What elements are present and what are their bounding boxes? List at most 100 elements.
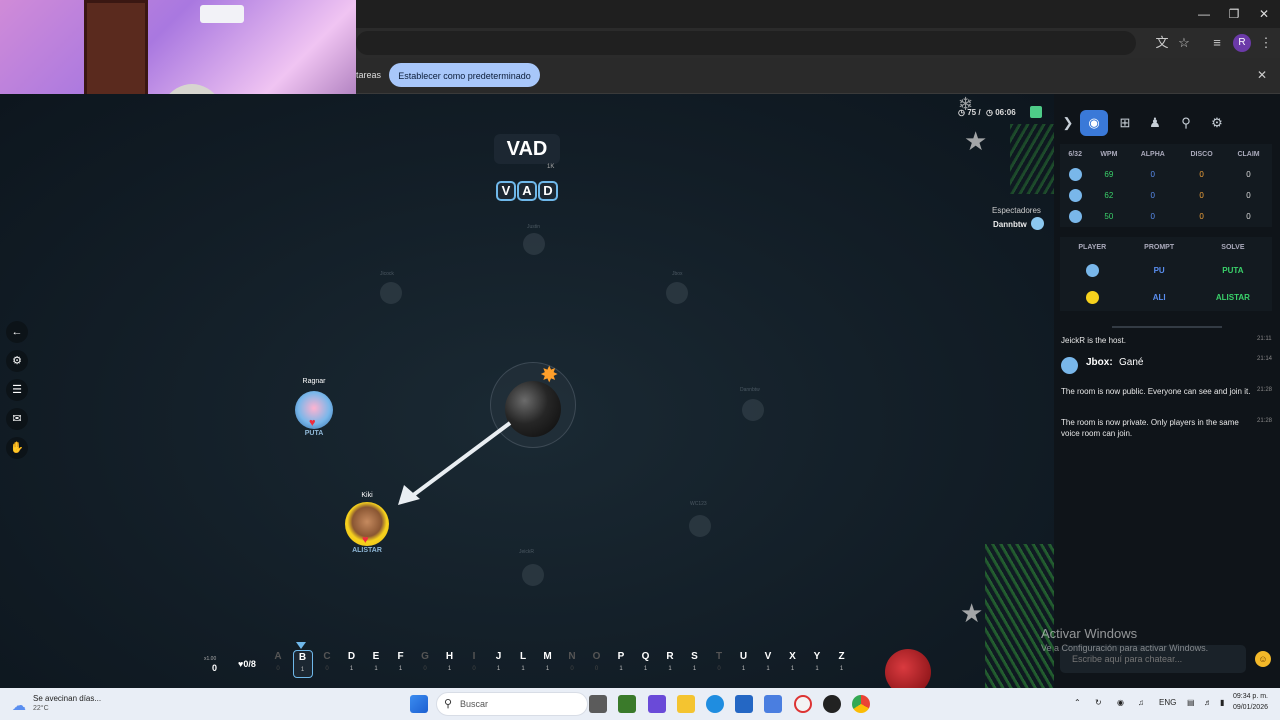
chrome-icon[interactable] — [852, 695, 870, 713]
multiplier-value: 0 — [212, 663, 218, 673]
taskbar: ☁ Se avecinan días... 22°C ⚲ Buscar ⌃ ↻ … — [0, 688, 1280, 720]
menu-icon[interactable]: ☰ — [6, 379, 28, 401]
clock-time[interactable]: 09:34 p. m. — [1226, 693, 1268, 700]
table-scrollbar[interactable] — [1112, 326, 1222, 328]
search-placeholder: Buscar — [460, 699, 489, 709]
stats-header: CLAIM — [1237, 150, 1260, 158]
task-view-icon[interactable] — [589, 695, 607, 713]
letter-slot: F1 — [391, 650, 411, 678]
profile-avatar[interactable]: R — [1233, 34, 1251, 52]
table-row: 50 0 0 0 — [1060, 206, 1272, 227]
timer-clock: ◷ 06:06 — [986, 108, 1016, 117]
letter-count: 0 — [717, 666, 721, 672]
prompt-count: 1K — [547, 164, 555, 170]
set-default-button[interactable]: Establecer como predeterminado — [389, 63, 540, 87]
network-icon[interactable]: ▤ — [1187, 698, 1195, 707]
pine-branch — [985, 544, 1054, 688]
letter-count: 1 — [398, 666, 403, 672]
stats-header: WPM — [1100, 150, 1118, 158]
bookmark-star-icon[interactable]: ☆ — [1175, 34, 1193, 52]
letter-slot: Q1 — [636, 650, 656, 678]
tray-app-icon[interactable]: ◉ — [1117, 698, 1124, 707]
ghost-player-avatar — [523, 233, 545, 255]
battery-icon[interactable]: ▮ — [1220, 698, 1224, 707]
tab-rules-icon[interactable]: ⊞ — [1111, 110, 1139, 136]
letter-count: 0 — [472, 666, 476, 672]
letter-slot: E1 — [366, 650, 386, 678]
taskbar-search[interactable]: ⚲ Buscar — [436, 692, 588, 716]
spectators-label: Espectadores — [992, 206, 1041, 215]
activate-windows-title: Activar Windows — [1041, 626, 1138, 641]
letter-char: Q — [641, 651, 650, 662]
store-icon[interactable] — [735, 695, 753, 713]
letter-slot: U1 — [734, 650, 754, 678]
heart-icon: ♥ — [362, 534, 369, 546]
disco-value: 0 — [1199, 170, 1204, 179]
table-row: 62 0 0 0 — [1060, 185, 1272, 206]
letter-char: J — [495, 651, 502, 662]
activate-windows-subtitle: Ve a Configuración para activar Windows. — [1041, 643, 1209, 653]
chat-bubble-icon[interactable]: ✉ — [6, 408, 28, 430]
address-bar[interactable] — [356, 31, 1136, 55]
reading-list-icon[interactable]: ≡ — [1208, 34, 1226, 52]
back-icon[interactable]: ← — [6, 321, 28, 343]
gear-icon[interactable]: ⚙ — [6, 350, 28, 372]
minimize-icon[interactable]: — — [1189, 4, 1219, 24]
table-row: 69 0 0 0 — [1060, 164, 1272, 185]
letter-count: 1 — [349, 666, 354, 672]
letter-char: R — [666, 651, 674, 662]
letter-char: O — [592, 651, 601, 662]
hand-icon[interactable]: ✋ — [6, 437, 28, 459]
prompt-value: ALI — [1152, 293, 1166, 302]
tray-sync-icon[interactable]: ↻ — [1095, 698, 1102, 707]
letter-slot: T0 — [709, 650, 729, 678]
tab-room-icon[interactable]: ◉ — [1080, 110, 1108, 136]
letter-slot: S1 — [685, 650, 705, 678]
prompt-value: PU — [1153, 266, 1165, 275]
tab-settings-icon[interactable]: ⚙ — [1203, 110, 1231, 136]
wpm-value: 50 — [1104, 212, 1114, 221]
opera-icon[interactable] — [794, 695, 812, 713]
browser-menu-icon[interactable]: ⋮ — [1257, 34, 1275, 52]
weather-icon[interactable]: ☁ — [12, 697, 26, 714]
close-window-icon[interactable]: ✕ — [1249, 4, 1279, 24]
disco-value: 0 — [1199, 212, 1204, 221]
weather-temp: 22°C — [33, 705, 49, 712]
edge-icon[interactable] — [706, 695, 724, 713]
close-infobar-icon[interactable]: ✕ — [1255, 68, 1269, 82]
volume-icon[interactable]: ♬ — [1204, 698, 1212, 707]
maximize-icon[interactable]: ❐ — [1219, 4, 1249, 24]
solve-value: ALISTAR — [1215, 293, 1250, 302]
minecraft-icon[interactable] — [618, 695, 636, 713]
tray-chevron-icon[interactable]: ⌃ — [1074, 698, 1081, 707]
language-indicator[interactable]: ENG — [1159, 698, 1176, 707]
file-explorer-icon[interactable] — [677, 695, 695, 713]
clock-date[interactable]: 09/01/2026 — [1226, 704, 1268, 711]
letter-slot: I0 — [464, 650, 484, 678]
table-row: PU PUTA — [1060, 257, 1272, 284]
hearts-counter: ♥0/8 — [238, 659, 256, 669]
obs-icon[interactable] — [823, 695, 841, 713]
game-area: ◷ 75 / ◷ 06:06 VAD 1K V A D Justin Jicoc… — [0, 94, 1054, 688]
star-ornament-icon: ★ — [960, 598, 984, 628]
collapse-chevron-icon[interactable]: ❯ — [1054, 110, 1082, 136]
letter-char: D — [347, 651, 356, 662]
microphone-icon[interactable]: ♫ — [1138, 698, 1144, 707]
multiplier-label: x1.00 — [204, 656, 217, 662]
letter-count: 1 — [741, 666, 746, 672]
tab-search-icon[interactable]: ⚲ — [1172, 110, 1200, 136]
mail-icon[interactable] — [764, 695, 782, 713]
turn-arrow-icon — [398, 421, 512, 505]
letter-count: 1 — [619, 666, 623, 672]
emoji-icon[interactable]: ☺ — [1255, 651, 1271, 667]
claim-value: 0 — [1246, 191, 1251, 200]
letter-count: 1 — [790, 666, 795, 672]
translate-icon[interactable]: 文 — [1153, 34, 1171, 52]
pine-branch — [1010, 124, 1054, 194]
windows-start-icon[interactable] — [410, 695, 428, 713]
letter-char: U — [739, 651, 748, 662]
weather-text[interactable]: Se avecinan días... — [33, 694, 101, 703]
app-icon[interactable] — [648, 695, 666, 713]
letter-count: 0 — [325, 666, 329, 672]
tab-players-icon[interactable]: ♟ — [1141, 110, 1169, 136]
